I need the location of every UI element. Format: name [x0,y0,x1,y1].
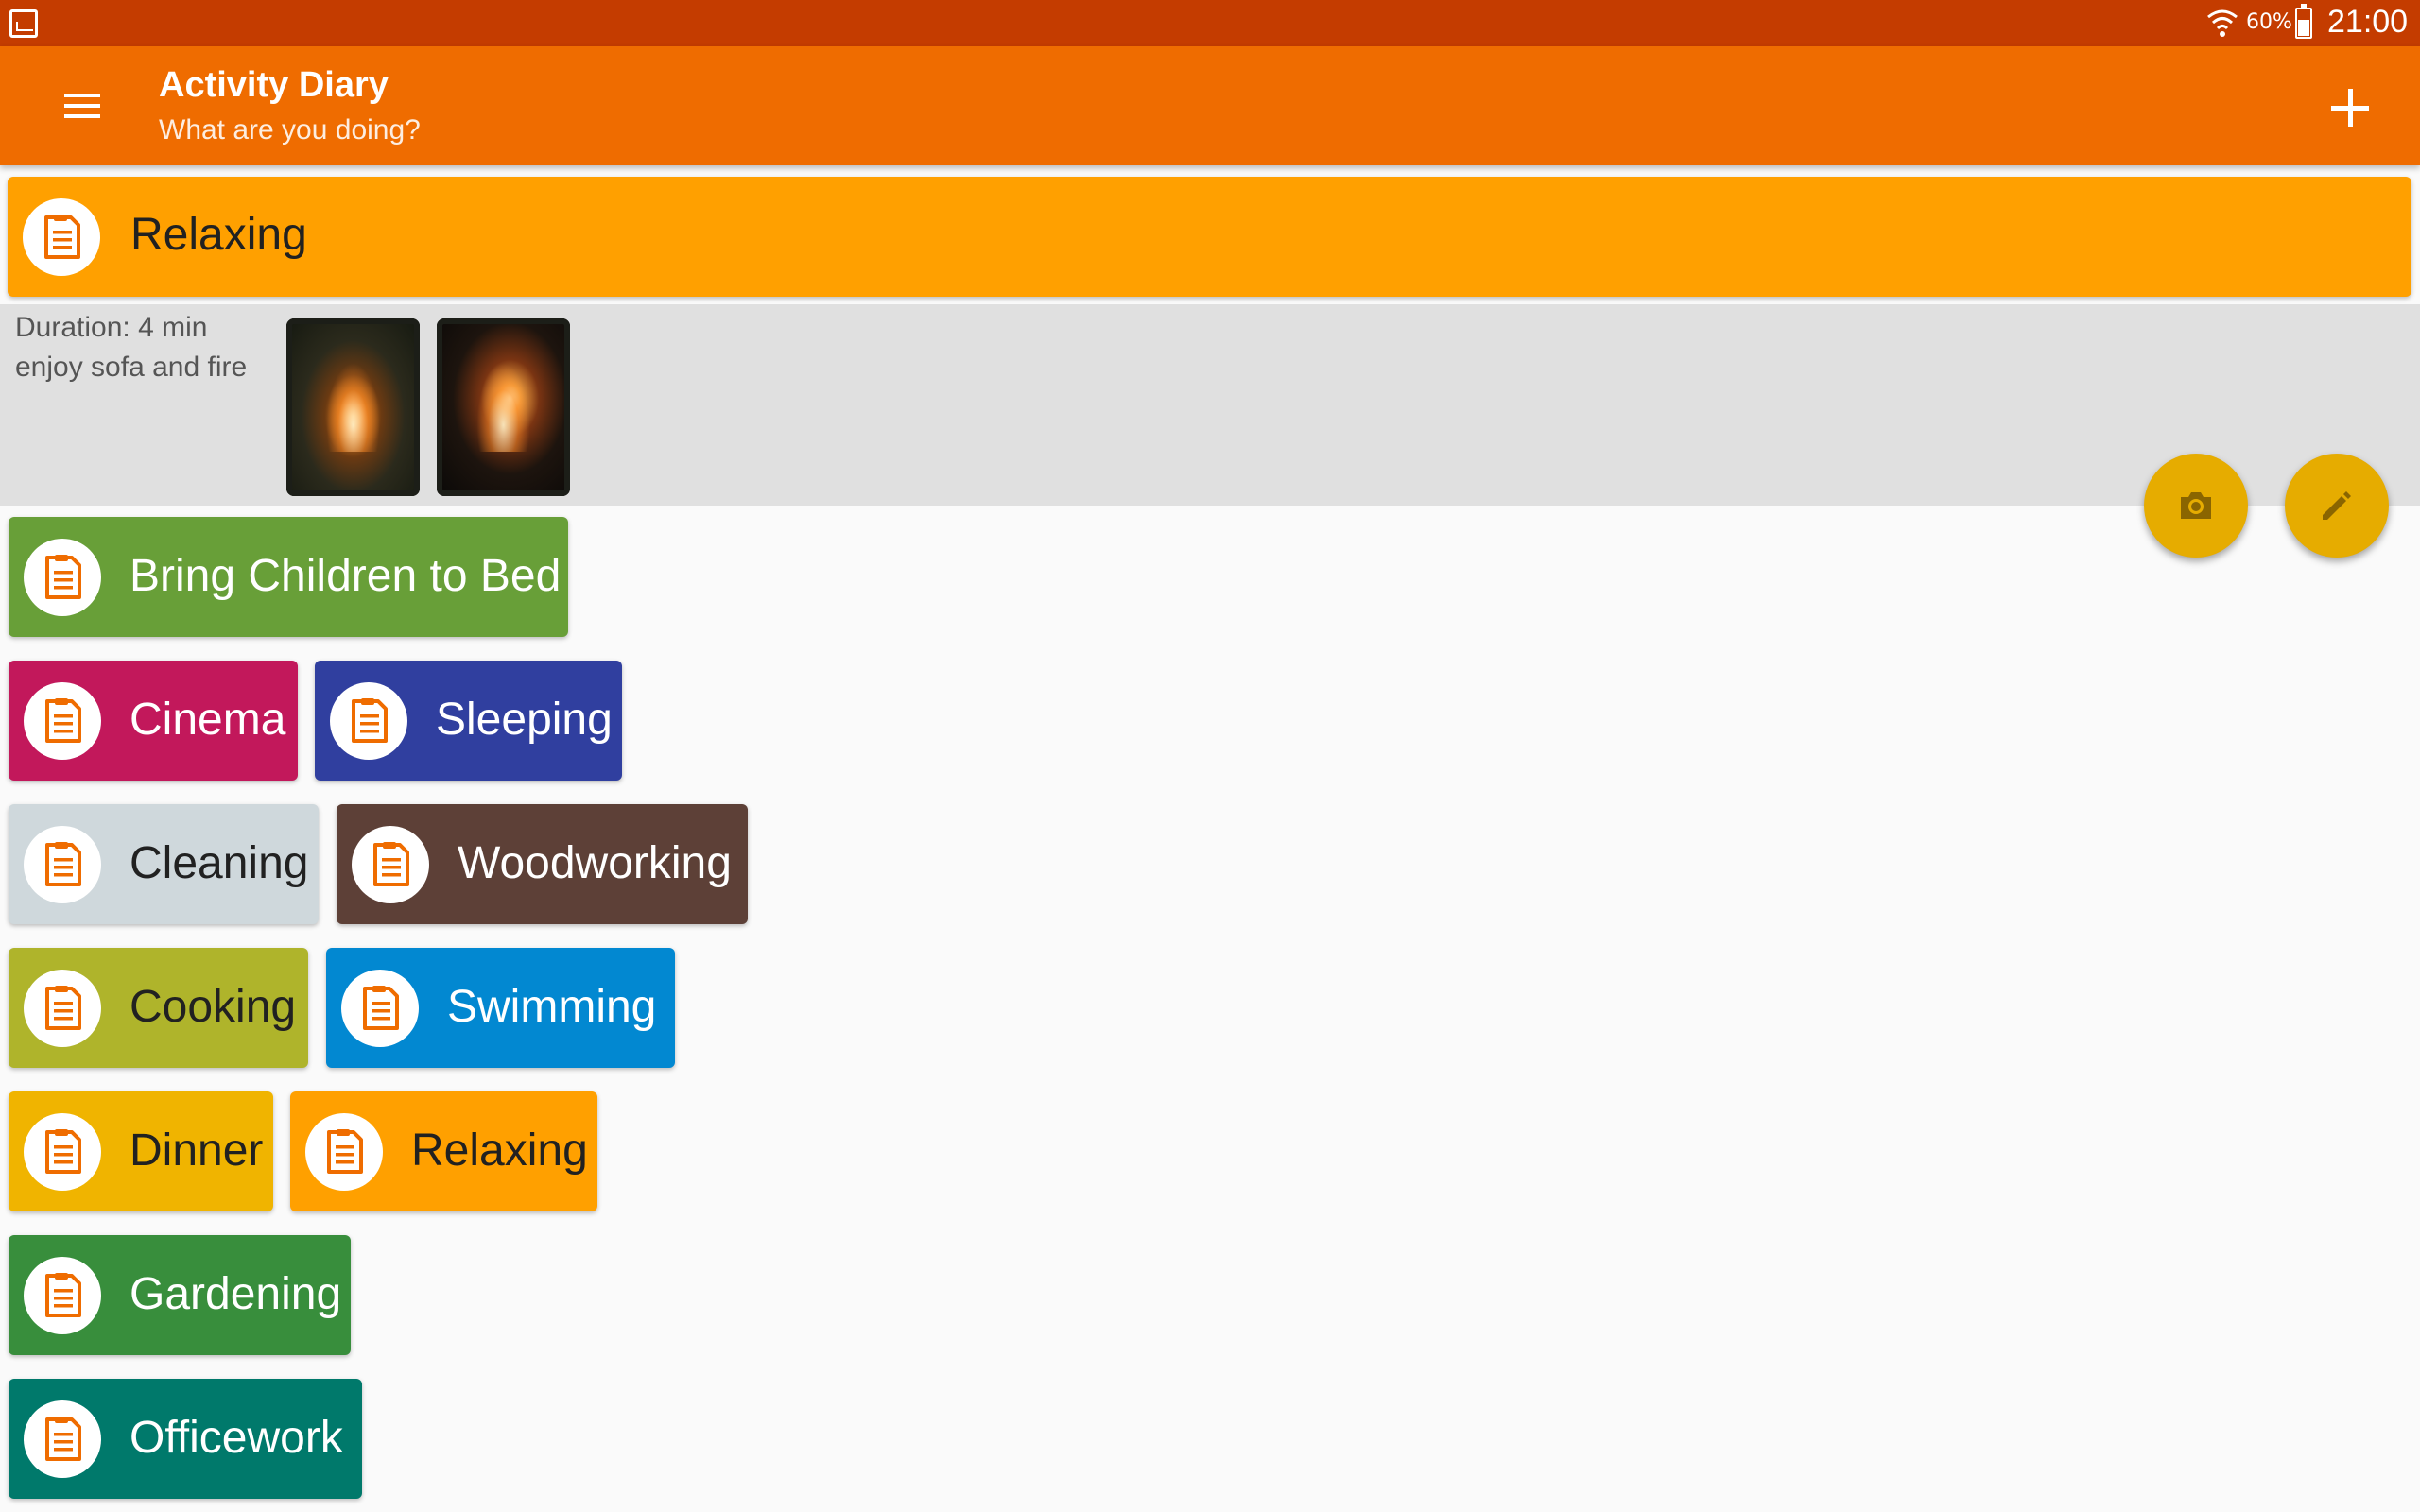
activity-tile[interactable]: Relaxing [290,1091,597,1211]
status-bar: 60% 21:00 [0,0,2420,46]
menu-icon[interactable] [45,84,121,128]
activity-tile[interactable]: Swimming [326,948,675,1068]
camera-button[interactable] [2144,454,2248,558]
camera-icon [2181,492,2211,519]
battery-percent: 60% [2246,10,2292,34]
clipboard-icon [23,198,100,276]
activity-tile[interactable]: Sleeping [315,661,622,781]
activity-name: Cleaning [130,838,309,888]
page-title: Activity Diary [159,65,389,105]
activity-tile[interactable]: Cleaning [9,804,319,924]
activity-name: Officework [130,1413,343,1463]
activity-name: Swimming [447,982,657,1032]
clipboard-icon [24,682,101,760]
activity-tile[interactable]: Woodworking [337,804,748,924]
clipboard-icon [24,1400,101,1478]
battery-icon [2295,4,2312,39]
edit-note-button[interactable] [2285,454,2389,558]
activity-name: Gardening [130,1269,342,1319]
activity-tile[interactable]: Bring Children to Bed [9,517,568,637]
activity-name: Cooking [130,982,297,1032]
clipboard-icon [24,539,101,616]
current-activity[interactable]: Relaxing [8,177,2411,297]
clipboard-icon [341,970,419,1047]
current-activity-name: Relaxing [130,210,307,260]
clipboard-icon [352,826,429,903]
app-bar: Activity Diary What are you doing? [0,46,2420,165]
fireplace-photo-1[interactable] [286,318,420,496]
wifi-icon [2207,9,2238,37]
clipboard-icon [24,1113,101,1191]
activity-name: Sleeping [436,695,613,745]
activity-name: Woodworking [458,838,732,888]
activity-name: Bring Children to Bed [130,551,562,601]
activity-tile[interactable]: Dinner [9,1091,273,1211]
clipboard-icon [24,970,101,1047]
activity-name: Dinner [130,1125,264,1176]
duration-text: Duration: 4 min [15,312,208,343]
note-text: enjoy sofa and fire [15,352,248,383]
activity-tile[interactable]: Cooking [9,948,308,1068]
edit-pencil-icon [2323,491,2351,520]
activity-tile[interactable]: Gardening [9,1235,351,1355]
fireplace-photo-2[interactable] [437,318,570,496]
activity-name: Cinema [130,695,286,745]
activity-name: Relaxing [411,1125,588,1176]
clock: 21:00 [2327,4,2409,40]
clipboard-icon [24,1257,101,1334]
clipboard-icon [330,682,407,760]
activity-tile[interactable]: Cinema [9,661,298,781]
gallery-icon [9,9,38,38]
add-icon[interactable] [2325,82,2378,135]
clipboard-icon [24,826,101,903]
activity-tile[interactable]: Officework [9,1379,362,1499]
clipboard-icon [305,1113,383,1191]
page-subtitle: What are you doing? [159,114,421,146]
